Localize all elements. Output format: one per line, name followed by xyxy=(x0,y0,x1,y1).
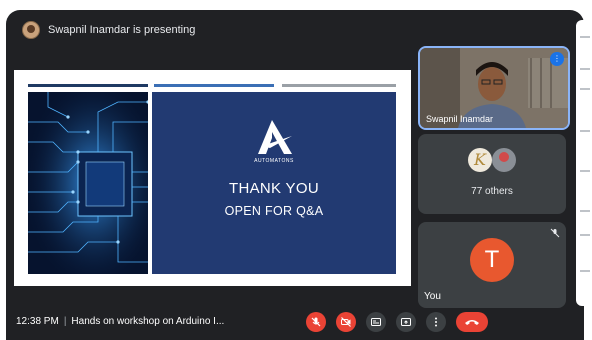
shared-slide: AUTOMATONS THANK YOU OPEN FOR Q&A xyxy=(14,70,411,286)
captions-button[interactable] xyxy=(366,312,386,332)
mic-off-icon xyxy=(550,228,560,240)
side-panel-line xyxy=(580,130,590,132)
side-panel-line xyxy=(580,270,590,272)
meeting-title: Hands on workshop on Arduino I... xyxy=(71,316,225,327)
mic-toggle-button[interactable] xyxy=(306,312,326,332)
side-panel-line xyxy=(580,234,590,236)
separator: | xyxy=(63,316,67,327)
slide-subtitle: OPEN FOR Q&A xyxy=(224,204,324,218)
captions-icon xyxy=(371,318,381,326)
slide-divider xyxy=(154,84,274,87)
side-panel-line xyxy=(580,88,590,90)
meet-window: Swapnil Inamdar is presenting AUTOMATONS… xyxy=(6,10,584,340)
bottom-control-bar: 12:38 PM | Hands on workshop on Arduino I.… xyxy=(6,306,584,340)
presenting-banner: Swapnil Inamdar is presenting xyxy=(22,20,195,40)
more-options-icon xyxy=(435,317,437,327)
logo-text: AUTOMATONS xyxy=(254,158,294,164)
self-label: You xyxy=(424,291,441,302)
participant-avatar xyxy=(492,148,516,172)
slide-divider xyxy=(28,84,148,87)
more-options-button[interactable] xyxy=(426,312,446,332)
others-count-label: 77 others xyxy=(471,186,513,197)
self-tile[interactable]: T You xyxy=(418,222,566,308)
slide-title: THANK YOU xyxy=(229,180,319,197)
meeting-info: 12:38 PM | Hands on workshop on Arduino I.… xyxy=(16,316,224,327)
presenting-text: Swapnil Inamdar is presenting xyxy=(48,24,196,36)
circuit-board-image xyxy=(28,92,148,274)
side-panel xyxy=(576,20,592,306)
side-panel-line xyxy=(580,68,590,70)
side-panel-line xyxy=(580,36,590,38)
leave-call-button[interactable] xyxy=(456,312,488,332)
speaking-indicator-icon: ⋮ xyxy=(550,52,564,66)
slide-divider xyxy=(282,84,396,87)
participant-avatar: K xyxy=(468,148,492,172)
presenter-name: Swapnil Inamdar xyxy=(426,114,494,124)
camera-off-icon xyxy=(341,317,351,327)
camera-toggle-button[interactable] xyxy=(336,312,356,332)
present-icon xyxy=(401,318,411,326)
present-now-button[interactable] xyxy=(396,312,416,332)
meeting-time: 12:38 PM xyxy=(16,316,59,327)
automatons-logo xyxy=(258,118,292,161)
end-call-icon xyxy=(465,320,479,325)
side-panel-line xyxy=(580,210,590,212)
self-avatar: T xyxy=(470,238,514,282)
others-tile[interactable]: K 77 others xyxy=(418,134,566,214)
presenter-video-tile[interactable]: ⋮ Swapnil Inamdar xyxy=(418,46,570,130)
side-panel-line xyxy=(580,170,590,172)
slide-blue-panel: AUTOMATONS THANK YOU OPEN FOR Q&A xyxy=(152,92,396,274)
mic-off-icon xyxy=(311,317,321,327)
presenter-avatar xyxy=(22,21,40,39)
